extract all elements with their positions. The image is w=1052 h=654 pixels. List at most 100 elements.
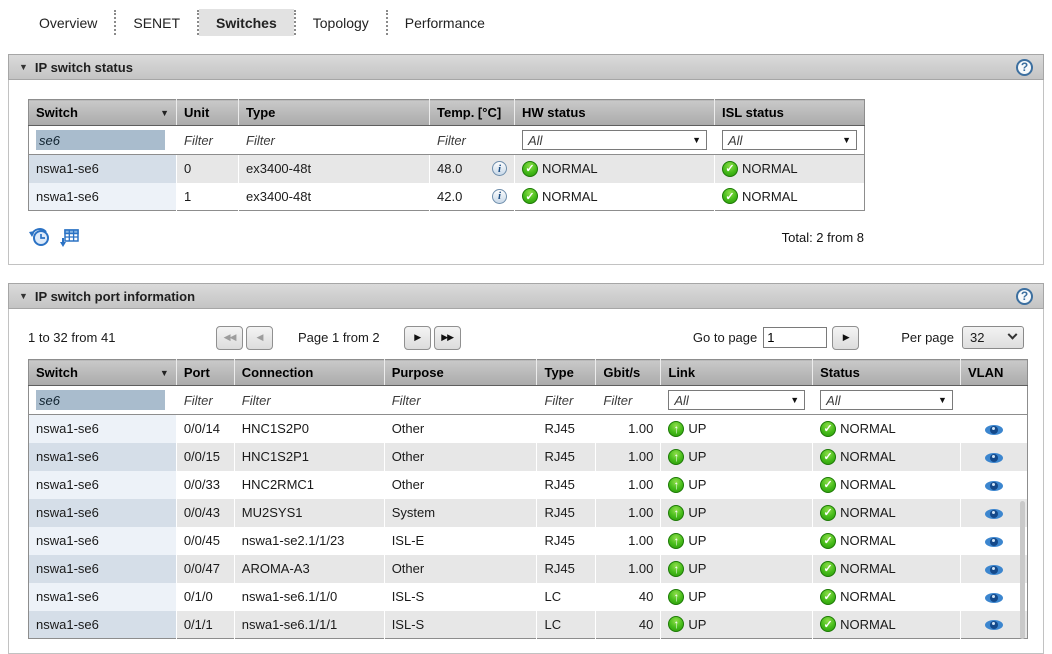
col-purpose[interactable]: Purpose: [384, 360, 537, 386]
vlan-filter-cell: [960, 386, 1027, 415]
first-page-button[interactable]: ◀◀: [216, 326, 243, 350]
cell-connection: AROMA-A3: [234, 555, 384, 583]
cell-status: NORMAL: [840, 561, 896, 576]
table-row[interactable]: nswa1-se6 1 ex3400-48t 42.0 i ✓ NORMAL ✓…: [29, 183, 865, 211]
table-row[interactable]: nswa1-se6 0/0/45 nswa1-se2.1/1/23 ISL-E …: [29, 527, 1028, 555]
cell-switch: nswa1-se6: [29, 527, 177, 555]
status-filter-dropdown[interactable]: All ▼: [820, 390, 953, 410]
status-ok-icon: ✓: [722, 161, 738, 177]
info-icon[interactable]: i: [492, 189, 507, 204]
view-vlan-eye-icon[interactable]: [985, 453, 1003, 463]
col-status[interactable]: Status: [813, 360, 961, 386]
table-row[interactable]: nswa1-se6 0/1/0 nswa1-se6.1/1/0 ISL-S LC…: [29, 583, 1028, 611]
col-type[interactable]: Type: [537, 360, 596, 386]
port-filter-input[interactable]: Filter: [176, 386, 234, 415]
tab-senet[interactable]: SENET: [116, 9, 197, 36]
table-row[interactable]: nswa1-se6 0/0/33 HNC2RMC1 Other RJ45 1.0…: [29, 471, 1028, 499]
goto-page-input[interactable]: [763, 327, 827, 348]
view-vlan-eye-icon[interactable]: [985, 593, 1003, 603]
cell-purpose: ISL-S: [384, 583, 537, 611]
switch-status-table: Switch ▼ Unit Type Temp. [°C] HW status …: [28, 99, 865, 211]
cell-link: UP: [688, 477, 706, 492]
table-scrollbar[interactable]: [1020, 501, 1025, 639]
status-ok-icon: ✓: [522, 161, 538, 177]
type-filter-input[interactable]: Filter: [537, 386, 596, 415]
view-vlan-eye-icon[interactable]: [985, 425, 1003, 435]
switch-filter-input[interactable]: se6: [36, 390, 165, 410]
tab-performance[interactable]: Performance: [388, 9, 502, 36]
table-row[interactable]: nswa1-se6 0/1/1 nswa1-se6.1/1/1 ISL-S LC…: [29, 611, 1028, 639]
col-connection[interactable]: Connection: [234, 360, 384, 386]
tab-topology[interactable]: Topology: [296, 9, 386, 36]
help-icon[interactable]: ?: [1016, 59, 1033, 76]
view-vlan-eye-icon[interactable]: [985, 509, 1003, 519]
status-ok-icon: ✓: [820, 561, 836, 577]
per-page-select[interactable]: 32: [962, 326, 1024, 349]
dropdown-value: All: [674, 393, 688, 408]
col-unit[interactable]: Unit: [177, 100, 239, 126]
table-row[interactable]: nswa1-se6 0 ex3400-48t 48.0 i ✓ NORMAL ✓…: [29, 155, 865, 183]
collapse-icon[interactable]: ▼: [19, 62, 28, 72]
type-filter-input[interactable]: Filter: [239, 126, 430, 155]
ip-switch-port-header[interactable]: ▼ IP switch port information ?: [8, 283, 1044, 309]
collapse-icon[interactable]: ▼: [19, 291, 28, 301]
table-row[interactable]: nswa1-se6 0/0/15 HNC1S2P1 Other RJ45 1.0…: [29, 443, 1028, 471]
col-label: Switch: [36, 105, 78, 120]
col-type[interactable]: Type: [239, 100, 430, 126]
cell-gbit: 1.00: [596, 527, 661, 555]
sort-dropdown-icon[interactable]: ▼: [156, 108, 169, 118]
isl-status-filter-dropdown[interactable]: All ▼: [722, 130, 857, 150]
goto-page-button[interactable]: ▶: [832, 326, 859, 350]
cell-switch: nswa1-se6: [29, 415, 177, 443]
connection-filter-input[interactable]: Filter: [234, 386, 384, 415]
cell-status: NORMAL: [840, 449, 896, 464]
unit-filter-input[interactable]: Filter: [177, 126, 239, 155]
cell-type: RJ45: [537, 499, 596, 527]
view-vlan-eye-icon[interactable]: [985, 565, 1003, 575]
refresh-history-icon[interactable]: [28, 226, 52, 248]
col-temp[interactable]: Temp. [°C]: [430, 100, 515, 126]
table-row[interactable]: nswa1-se6 0/0/14 HNC1S2P0 Other RJ45 1.0…: [29, 415, 1028, 443]
tab-switches[interactable]: Switches: [199, 9, 294, 36]
col-switch[interactable]: Switch ▼: [29, 360, 177, 386]
total-count: Total: 2 from 8: [782, 230, 864, 245]
col-gbit[interactable]: Gbit/s: [596, 360, 661, 386]
link-filter-dropdown[interactable]: All ▼: [668, 390, 805, 410]
dropdown-value: All: [728, 133, 742, 148]
col-isl-status[interactable]: ISL status: [715, 100, 865, 126]
previous-page-button[interactable]: ◀: [246, 326, 273, 350]
ip-switch-status-header[interactable]: ▼ IP switch status ?: [8, 54, 1044, 80]
link-up-icon: ↑: [668, 533, 684, 549]
cell-port: 0/0/14: [176, 415, 234, 443]
view-vlan-eye-icon[interactable]: [985, 620, 1003, 630]
col-vlan[interactable]: VLAN: [960, 360, 1027, 386]
cell-gbit: 40: [596, 611, 661, 639]
view-vlan-eye-icon[interactable]: [985, 481, 1003, 491]
last-page-button[interactable]: ▶▶: [434, 326, 461, 350]
col-port[interactable]: Port: [176, 360, 234, 386]
col-link[interactable]: Link: [661, 360, 813, 386]
cell-purpose: ISL-S: [384, 611, 537, 639]
cell-switch: nswa1-se6: [29, 471, 177, 499]
hw-status-filter-dropdown[interactable]: All ▼: [522, 130, 707, 150]
cell-port: 0/1/1: [176, 611, 234, 639]
export-table-icon[interactable]: [58, 226, 80, 248]
link-up-icon: ↑: [668, 449, 684, 465]
info-icon[interactable]: i: [492, 161, 507, 176]
sort-dropdown-icon[interactable]: ▼: [156, 368, 169, 378]
ip-switch-port-body: 1 to 32 from 41 ◀◀ ◀ Page 1 from 2 ▶ ▶▶ …: [8, 309, 1044, 654]
table-row[interactable]: nswa1-se6 0/0/47 AROMA-A3 Other RJ45 1.0…: [29, 555, 1028, 583]
next-page-button[interactable]: ▶: [404, 326, 431, 350]
temp-filter-input[interactable]: Filter: [430, 126, 515, 155]
purpose-filter-input[interactable]: Filter: [384, 386, 537, 415]
switch-filter-input[interactable]: se6: [36, 130, 165, 150]
cell-gbit: 1.00: [596, 555, 661, 583]
cell-port: 0/0/47: [176, 555, 234, 583]
col-switch[interactable]: Switch ▼: [29, 100, 177, 126]
col-hw-status[interactable]: HW status: [515, 100, 715, 126]
view-vlan-eye-icon[interactable]: [985, 537, 1003, 547]
tab-overview[interactable]: Overview: [22, 9, 114, 36]
gbit-filter-input[interactable]: Filter: [596, 386, 661, 415]
help-icon[interactable]: ?: [1016, 288, 1033, 305]
table-row[interactable]: nswa1-se6 0/0/43 MU2SYS1 System RJ45 1.0…: [29, 499, 1028, 527]
